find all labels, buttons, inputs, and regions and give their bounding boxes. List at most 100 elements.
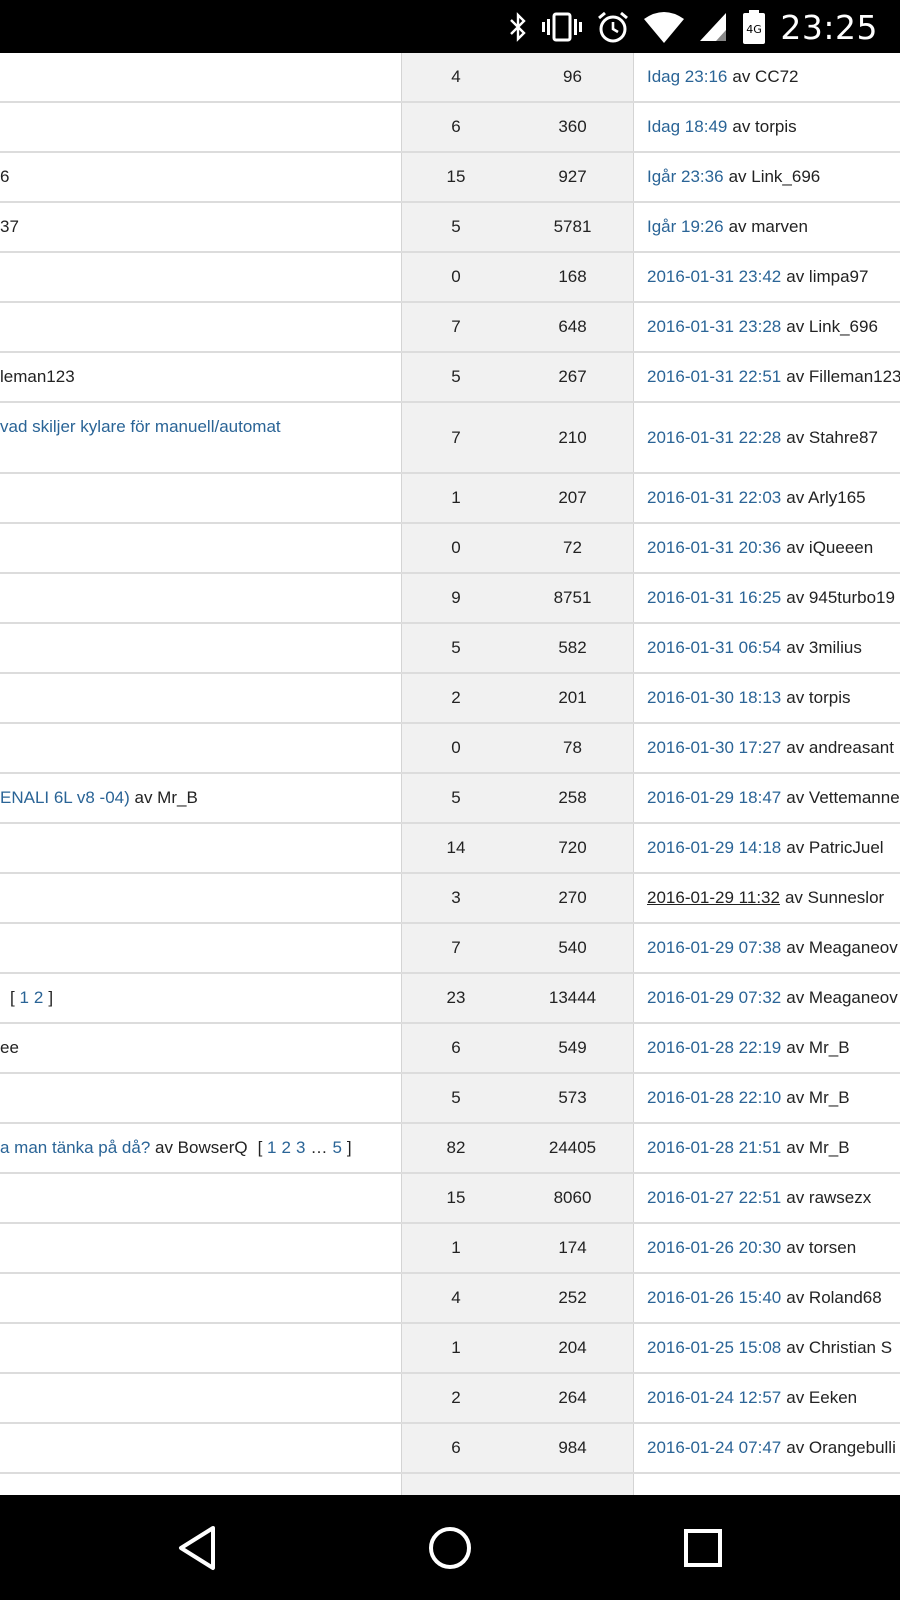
- last-post-date-link[interactable]: 2016-01-31 20:36: [647, 538, 781, 558]
- last-post-author: av Roland68: [786, 1288, 882, 1307]
- last-post-date-link[interactable]: Igår 19:26: [647, 217, 724, 237]
- last-post-author: av Vettemanne: [786, 788, 900, 807]
- back-icon[interactable]: [172, 1523, 222, 1573]
- table-row[interactable]: leman123 5 267 2016-01-31 22:51 av Filleman1…: [0, 353, 900, 403]
- topic-list[interactable]: 4 96 Idag 23:16 av CC72 6 360 Idag 18:49 av tor…: [0, 53, 900, 1495]
- table-row[interactable]: 5 582 2016-01-31 06:54 av 3milius: [0, 624, 900, 674]
- last-post-cell: 2016-01-28 22:19 av Mr_B: [647, 1024, 900, 1072]
- table-row[interactable]: 4 252 2016-01-26 15:40 av Roland68: [0, 1274, 900, 1324]
- last-post-cell: 2016-01-29 18:47 av Vettemanne: [647, 774, 900, 822]
- last-post-date-link[interactable]: 2016-01-29 07:32: [647, 988, 781, 1008]
- last-post-date-link[interactable]: 2016-01-29 07:38: [647, 938, 781, 958]
- last-post-author: av Meaganeov: [786, 938, 898, 957]
- topic-link[interactable]: ENALI 6L v8 -04): [0, 788, 130, 808]
- replies-count: 5: [451, 788, 461, 807]
- last-post-date-link[interactable]: 2016-01-28 21:51: [647, 1138, 781, 1158]
- last-post-date-link[interactable]: 2016-01-29 14:18: [647, 838, 781, 858]
- bluetooth-icon: [508, 11, 528, 43]
- table-row[interactable]: 15 8060 2016-01-27 22:51 av rawsezx: [0, 1174, 900, 1224]
- views-count: 96: [563, 67, 582, 86]
- topic-link[interactable]: vad skiljer kylare för manuell/automat: [0, 417, 281, 437]
- last-post-date-link[interactable]: 2016-01-26 20:30: [647, 1238, 781, 1258]
- last-post-date-link[interactable]: Idag 18:49: [647, 117, 727, 137]
- topic-link[interactable]: a man tänka på då?: [0, 1138, 150, 1158]
- table-row[interactable]: 6 984 2016-01-24 07:47 av Orangebulli: [0, 1424, 900, 1474]
- table-row[interactable]: 4 96 Idag 23:16 av CC72: [0, 53, 900, 103]
- last-post-date-link[interactable]: 2016-01-29 18:47: [647, 788, 781, 808]
- table-row[interactable]: vad skiljer kylare för manuell/automat 7 2…: [0, 403, 900, 474]
- topic-cell: [0, 924, 400, 972]
- last-post-author: av PatricJuel: [786, 838, 884, 857]
- table-row[interactable]: 5 573 2016-01-28 22:10 av Mr_B: [0, 1074, 900, 1124]
- table-row[interactable]: [ 1 2] 23 13444 2016-01-29 07:32 av Meaganeov: [0, 974, 900, 1024]
- last-post-date-link[interactable]: 2016-01-31 16:25: [647, 588, 781, 608]
- last-post-date-link[interactable]: 2016-01-31 23:42: [647, 267, 781, 287]
- last-post-date-link[interactable]: 2016-01-24 12:57: [647, 1388, 781, 1408]
- last-post-date-link[interactable]: 2016-01-28 22:19: [647, 1038, 781, 1058]
- page-link[interactable]: 2: [282, 1138, 291, 1157]
- topic-cell: [0, 624, 400, 672]
- topic-cell: [0, 574, 400, 622]
- last-post-date-link[interactable]: 2016-01-30 17:27: [647, 738, 781, 758]
- last-post-date-link[interactable]: 2016-01-30 18:13: [647, 688, 781, 708]
- last-post-date-link[interactable]: 2016-01-31 22:28: [647, 428, 781, 448]
- last-post-date-link[interactable]: 2016-01-31 22:51: [647, 367, 781, 387]
- table-row[interactable]: 0 72 2016-01-31 20:36 av iQueeen: [0, 524, 900, 574]
- last-post-author: av marven: [728, 217, 808, 236]
- last-post-cell: 2016-01-31 22:28 av Stahre87: [647, 403, 900, 472]
- table-row[interactable]: ee 6 549 2016-01-28 22:19 av Mr_B: [0, 1024, 900, 1074]
- table-row[interactable]: 6 360 Idag 18:49 av torpis: [0, 103, 900, 153]
- views-count: 549: [558, 1038, 587, 1057]
- table-row[interactable]: 37 5 5781 Igår 19:26 av marven: [0, 203, 900, 253]
- table-row[interactable]: 2 201 2016-01-30 18:13 av torpis: [0, 674, 900, 724]
- table-row[interactable]: 9 8751 2016-01-31 16:25 av 945turbo19: [0, 574, 900, 624]
- table-row[interactable]: 2 264 2016-01-24 12:57 av Eeken: [0, 1374, 900, 1424]
- table-row[interactable]: 0 168 2016-01-31 23:42 av limpa97: [0, 253, 900, 303]
- last-post-date-link[interactable]: 2016-01-29 11:32: [647, 888, 780, 908]
- table-row[interactable]: 6 15 927 Igår 23:36 av Link_696: [0, 153, 900, 203]
- page-link[interactable]: 2: [34, 988, 43, 1007]
- last-post-date-link[interactable]: 2016-01-31 23:28: [647, 317, 781, 337]
- last-post-date-link[interactable]: 2016-01-24 07:47: [647, 1438, 781, 1458]
- table-row[interactable]: 7 648 2016-01-31 23:28 av Link_696: [0, 303, 900, 353]
- last-post-cell: 2016-01-31 22:03 av Arly165: [647, 474, 900, 522]
- topic-cell: [0, 1324, 400, 1372]
- views-count: 204: [558, 1338, 587, 1357]
- page-link[interactable]: 5: [332, 1138, 341, 1157]
- last-post-date-link[interactable]: 2016-01-28 22:10: [647, 1088, 781, 1108]
- table-row[interactable]: 1 207 2016-01-31 22:03 av Arly165: [0, 474, 900, 524]
- table-row[interactable]: 1 174 2016-01-26 20:30 av torsen: [0, 1224, 900, 1274]
- topic-cell: [0, 1074, 400, 1122]
- replies-count: 2: [451, 1388, 461, 1407]
- last-post-author: av Meaganeov: [786, 988, 898, 1007]
- last-post-date-link[interactable]: 2016-01-31 22:03: [647, 488, 781, 508]
- topic-text: ee: [0, 1038, 19, 1057]
- page-link[interactable]: 1: [267, 1138, 276, 1157]
- table-row[interactable]: ENALI 6L v8 -04) av Mr_B 5 258 2016-01-29 1…: [0, 774, 900, 824]
- replies-count: 9: [451, 588, 461, 607]
- recents-icon[interactable]: [678, 1523, 728, 1573]
- replies-count: 6: [451, 117, 461, 136]
- table-row[interactable]: 14 720 2016-01-29 14:18 av PatricJuel: [0, 824, 900, 874]
- page-link[interactable]: 3: [296, 1138, 305, 1157]
- views-count: 573: [558, 1088, 587, 1107]
- last-post-date-link[interactable]: 2016-01-27 22:51: [647, 1188, 781, 1208]
- last-post-date-link[interactable]: Igår 23:36: [647, 167, 724, 187]
- home-icon[interactable]: [425, 1523, 475, 1573]
- clock: 23:25: [780, 7, 878, 47]
- last-post-date-link[interactable]: 2016-01-31 06:54: [647, 638, 781, 658]
- last-post-date-link[interactable]: 2016-01-26 15:40: [647, 1288, 781, 1308]
- last-post-date-link[interactable]: Idag 23:16: [647, 67, 727, 87]
- table-row[interactable]: a man tänka på då? av BowserQ[ 1 2 3… 5] 82 2…: [0, 1124, 900, 1174]
- page-link[interactable]: 1: [19, 988, 28, 1007]
- navigation-bar: [0, 1495, 900, 1600]
- views-count: 24405: [548, 1138, 597, 1157]
- table-row[interactable]: 0 78 2016-01-30 17:27 av andreasant: [0, 724, 900, 774]
- vibrate-icon: [542, 11, 583, 43]
- last-post-cell: 2016-01-29 07:32 av Meaganeov: [647, 974, 900, 1022]
- table-row[interactable]: 7 540 2016-01-29 07:38 av Meaganeov: [0, 924, 900, 974]
- last-post-date-link[interactable]: 2016-01-25 15:08: [647, 1338, 781, 1358]
- table-row[interactable]: 3 270 2016-01-29 11:32 av Sunneslor: [0, 874, 900, 924]
- replies-count: 5: [451, 217, 461, 236]
- table-row[interactable]: 1 204 2016-01-25 15:08 av Christian S: [0, 1324, 900, 1374]
